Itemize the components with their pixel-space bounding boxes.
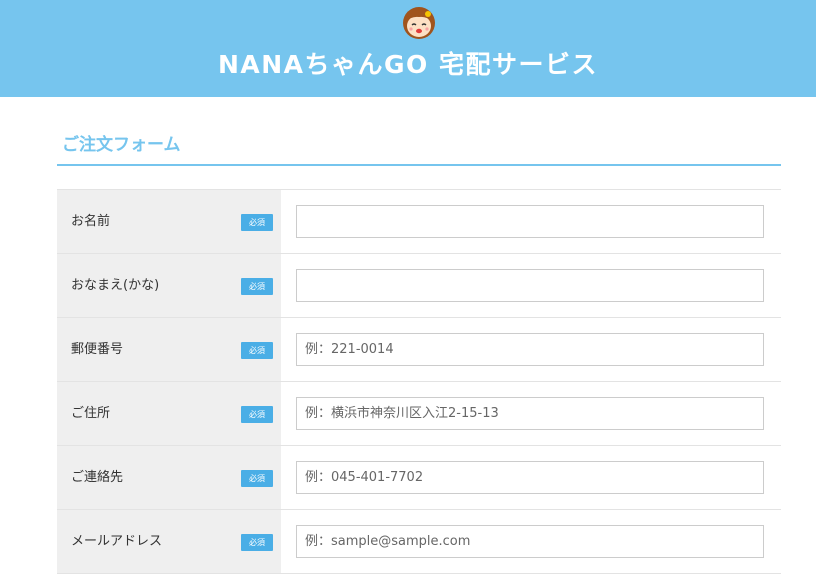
required-badge: 必須 [241,214,273,231]
field-label-phone: ご連絡先 [71,470,124,485]
required-badge: 必須 [241,342,273,359]
label-cell: 郵便番号 必須 [57,318,281,381]
field-label-email: メールアドレス [71,534,163,549]
section-divider [57,164,781,166]
order-form: お名前 必須 おなまえ(かな) 必須 郵便番号 必須 ご住所 必須 ご連絡先 必… [57,189,781,574]
form-row-email: メールアドレス 必須 [57,510,781,574]
required-badge: 必須 [241,534,273,551]
required-badge: 必須 [241,406,273,423]
field-label-postal-code: 郵便番号 [71,342,124,357]
name-input[interactable] [296,205,764,238]
girl-mascot-icon [403,7,435,39]
field-label-name-kana: おなまえ(かな) [71,278,160,293]
site-title: NANAちゃんGO 宅配サービス [217,50,599,79]
section-title: ご注文フォーム [62,135,181,155]
label-cell: ご住所 必須 [57,382,281,445]
field-label-address: ご住所 [71,406,111,421]
address-input[interactable] [296,397,764,430]
postal-code-input[interactable] [296,333,764,366]
phone-input[interactable] [296,461,764,494]
form-row-phone: ご連絡先 必須 [57,446,781,510]
email-input[interactable] [296,525,764,558]
form-row-name-kana: おなまえ(かな) 必須 [57,254,781,318]
form-row-address: ご住所 必須 [57,382,781,446]
form-row-name: お名前 必須 [57,190,781,254]
field-label-name: お名前 [71,214,111,229]
form-row-postal-code: 郵便番号 必須 [57,318,781,382]
name-kana-input[interactable] [296,269,764,302]
label-cell: ご連絡先 必須 [57,446,281,509]
site-header: NANAちゃんGO 宅配サービス [0,0,816,97]
label-cell: お名前 必須 [57,190,281,253]
label-cell: おなまえ(かな) 必須 [57,254,281,317]
required-badge: 必須 [241,278,273,295]
label-cell: メールアドレス 必須 [57,510,281,573]
required-badge: 必須 [241,470,273,487]
